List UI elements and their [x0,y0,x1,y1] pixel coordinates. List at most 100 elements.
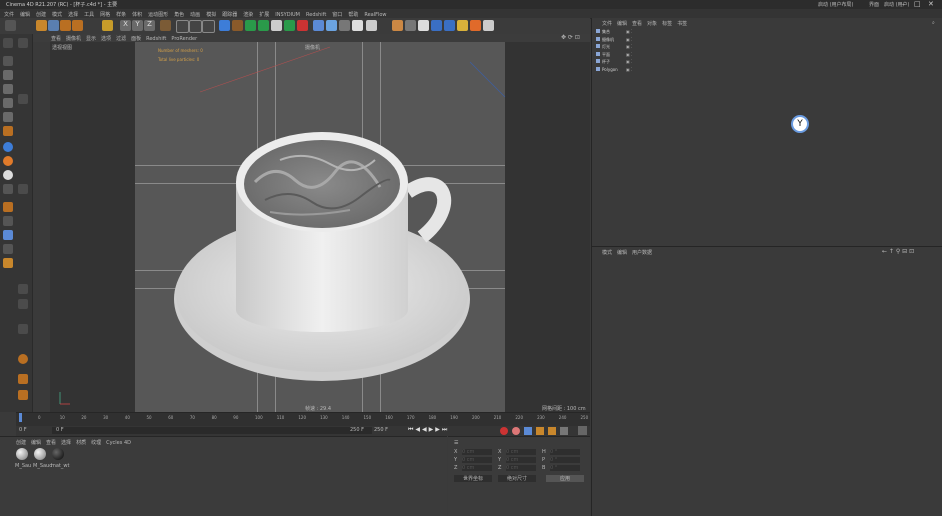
points-mode-icon[interactable] [3,84,13,94]
floor-icon[interactable] [326,20,337,31]
coord-scale-dropdown[interactable]: 绝对尺寸 [498,475,536,482]
coord-field[interactable]: 0 cm [506,465,536,471]
material-menu-item[interactable]: 创建 [16,440,26,446]
tool-icon[interactable] [3,184,13,194]
object-menu-item[interactable]: 对象 [647,21,657,27]
plugin-icon[interactable] [405,20,416,31]
key-scale-icon[interactable] [536,427,544,435]
object-menu-item[interactable]: 文件 [602,21,612,27]
xp-icon[interactable] [431,20,442,31]
null-icon[interactable] [297,20,308,31]
coord-field[interactable]: 0 cm [462,465,492,471]
deformer-icon[interactable] [271,20,282,31]
tool-icon[interactable] [18,374,28,384]
sky-icon[interactable] [339,20,350,31]
redshift-icon[interactable] [392,20,403,31]
tool-icon[interactable] [3,258,13,268]
attribute-nav-icons[interactable]: ← ↑ ⚲ ⊟ ⊡ [882,248,914,255]
tool-icon[interactable] [18,284,28,294]
end-frame-field[interactable]: 250 F [374,427,388,433]
attribute-menu-item[interactable]: 模式 [602,250,612,256]
polygons-mode-icon[interactable] [3,112,13,122]
z-axis-icon[interactable]: Z [144,20,155,31]
frame-range-slider[interactable]: 0 F 250 F [52,427,372,434]
playhead[interactable] [19,413,22,422]
coord-field[interactable]: 0 cm [506,449,536,455]
material-menu-item[interactable]: Cycles 4D [106,440,131,446]
object-menu-item[interactable]: 编辑 [617,21,627,27]
tool-icon[interactable] [3,216,13,226]
tool-icon[interactable] [18,38,28,48]
coord-field[interactable]: 0 ° [550,465,580,471]
tool-icon[interactable] [18,299,28,309]
brush-icon[interactable] [3,202,13,212]
xp-tools-icon[interactable] [444,20,455,31]
material-menu-item[interactable]: 选择 [61,440,71,446]
object-row[interactable]: 杯子 ▣ ⁚ [596,59,931,66]
tool-icon[interactable] [18,324,28,334]
tool-icon[interactable] [18,390,28,400]
render-view-icon[interactable] [176,20,189,33]
settings-icon[interactable] [483,20,494,31]
model-mode-icon[interactable] [3,56,13,66]
coord-field[interactable]: 0 cm [506,457,536,463]
coord-menu-icon[interactable]: ☰ [454,440,458,446]
object-row[interactable]: 摄像机 ▣ ⁚ [596,36,931,44]
snap-icon[interactable] [3,142,13,152]
apply-button[interactable]: 应用 [546,475,584,482]
solo-icon[interactable] [3,170,13,180]
autokey-icon[interactable] [512,427,520,435]
realflow-icon[interactable] [470,20,481,31]
render-region-icon[interactable] [189,20,202,33]
object-menu-item[interactable]: 查看 [632,21,642,27]
axis-mode-icon[interactable] [3,126,13,136]
workplane-icon[interactable] [3,156,13,166]
move-icon[interactable] [48,20,59,31]
pen-icon[interactable] [232,20,243,31]
material-ball[interactable] [16,448,28,460]
texture-mode-icon[interactable] [3,70,13,80]
material-menu-item[interactable]: 纹理 [91,440,101,446]
coffee-cup-model[interactable] [50,42,590,412]
y-axis-icon[interactable]: Y [132,20,143,31]
minimize-icon[interactable]: – [902,0,906,8]
current-frame-field[interactable]: 0 F [19,427,27,433]
light-icon[interactable] [352,20,363,31]
scene-icon[interactable] [313,20,324,31]
tool-icon[interactable] [3,244,13,254]
object-menu-item[interactable]: 标签 [662,21,672,27]
coord-field[interactable]: 0 ° [550,449,580,455]
edges-mode-icon[interactable] [3,98,13,108]
coord-system-icon[interactable] [160,20,171,31]
object-row[interactable]: 平面 ▣ ⁚ [596,51,931,59]
camera-icon[interactable] [366,20,377,31]
material-menu-item[interactable]: 编辑 [31,440,41,446]
cloner-icon[interactable] [284,20,295,31]
object-search-icon[interactable]: ⌕ [932,20,935,26]
record-icon[interactable] [500,427,508,435]
coord-mode-dropdown[interactable]: 世界坐标 [454,475,492,482]
attribute-menu-item[interactable]: 编辑 [617,250,627,256]
object-row[interactable]: 灯光 ▣ ⁚ [596,44,931,51]
tool-icon[interactable] [3,230,13,240]
tool-icon[interactable] [18,94,28,104]
tool-icon[interactable] [18,184,28,194]
close-icon[interactable]: ✕ [928,0,934,8]
viewport[interactable]: 透视视图 摄像机 Number of meshers: 0 Total live… [50,42,590,412]
coord-field[interactable]: 0 cm [462,457,492,463]
grid-icon[interactable] [418,20,429,31]
object-row[interactable]: Polygon ▣ ⁚ [596,66,931,74]
maximize-icon[interactable]: □ [914,0,921,8]
tool-icon[interactable] [3,38,13,48]
undo-icon[interactable] [5,20,16,31]
attribute-menu-item[interactable]: 用户数据 [632,250,652,256]
key-position-icon[interactable] [524,427,532,435]
material-menu-item[interactable]: 材质 [76,440,86,446]
material-menu-item[interactable]: 查看 [46,440,56,446]
material-ball[interactable] [34,448,46,460]
scale-icon[interactable] [60,20,71,31]
live-select-icon[interactable] [36,20,47,31]
key-param-icon[interactable] [560,427,568,435]
object-row[interactable]: 集合 ▣ ⁚ [596,29,931,36]
array-icon[interactable] [258,20,269,31]
